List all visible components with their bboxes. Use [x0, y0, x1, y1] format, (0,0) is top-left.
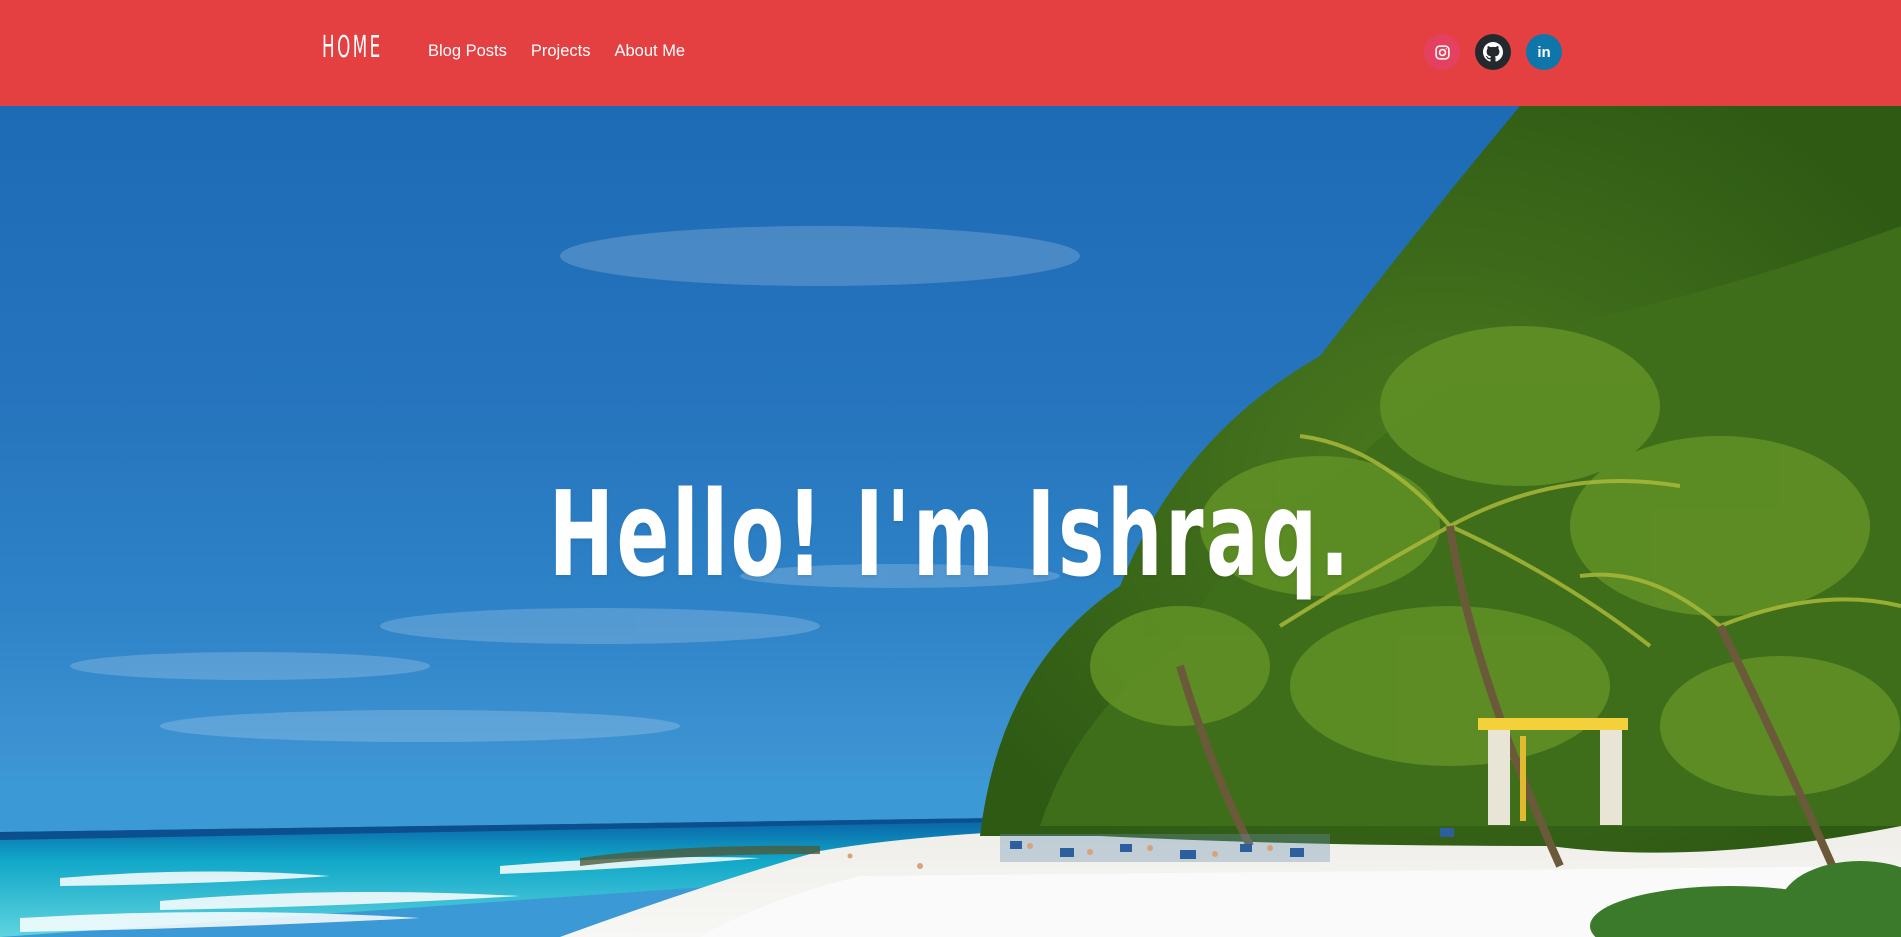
instagram-icon	[1434, 44, 1451, 61]
nav-link-about-me[interactable]: About Me	[614, 42, 685, 61]
hero-title: Hello! I'm Ishraq.	[548, 465, 1352, 604]
nav-link-blog-posts[interactable]: Blog Posts	[428, 42, 507, 61]
linkedin-icon: in	[1537, 43, 1551, 61]
nav-links: Blog Posts Projects About Me	[428, 42, 709, 61]
linkedin-button[interactable]: in	[1526, 34, 1562, 70]
top-navbar: HOME Blog Posts Projects About Me in	[0, 0, 1901, 106]
nav-link-projects[interactable]: Projects	[531, 42, 591, 61]
instagram-button[interactable]	[1424, 34, 1460, 70]
hero-section: Hello! I'm Ishraq.	[0, 106, 1901, 937]
social-links: in	[1424, 34, 1577, 70]
github-icon	[1483, 42, 1503, 62]
home-link[interactable]: HOME	[322, 30, 383, 65]
github-button[interactable]	[1475, 34, 1511, 70]
